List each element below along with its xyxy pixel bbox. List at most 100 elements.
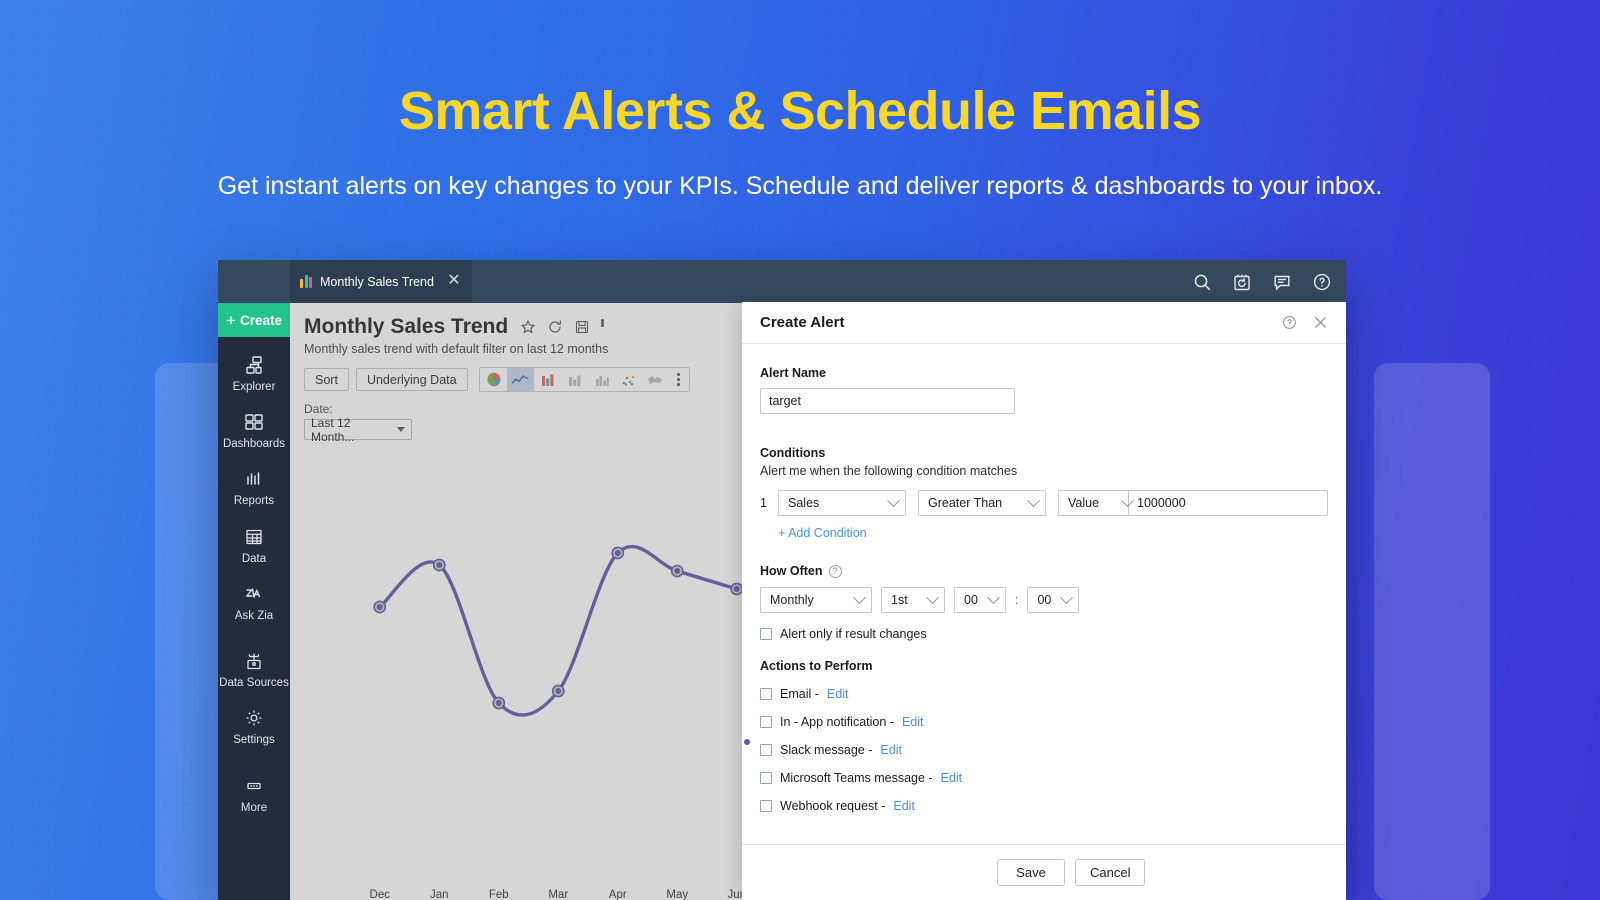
action-row-teams[interactable]: Microsoft Teams message - Edit: [760, 771, 1328, 785]
condition-field-value: Sales: [788, 496, 820, 510]
dialog-footer: Save Cancel: [742, 844, 1346, 900]
dashboards-icon: [242, 410, 266, 434]
help-icon[interactable]: [1282, 315, 1297, 330]
data-point-center: [436, 562, 443, 568]
checkbox[interactable]: [760, 688, 772, 700]
create-button[interactable]: + Create: [218, 303, 290, 337]
action-row-webhook[interactable]: Webhook request - Edit: [760, 799, 1328, 813]
cancel-button[interactable]: Cancel: [1075, 859, 1146, 886]
frequency-row: Monthly 1st 00 : 00: [760, 587, 1328, 613]
chart-type-group: [478, 367, 690, 392]
report-title: Monthly Sales Trend: [304, 315, 509, 338]
alert-name-input[interactable]: target: [760, 388, 1015, 414]
help-icon[interactable]: [1312, 272, 1332, 292]
save-icon[interactable]: [574, 319, 590, 335]
day-value: 1st: [891, 593, 908, 607]
action-row-email[interactable]: Email - Edit: [760, 687, 1328, 701]
minute-dropdown[interactable]: 00: [1027, 587, 1080, 613]
alert-only-if-changes-row[interactable]: Alert only if result changes: [760, 627, 1328, 641]
decorative-plate-right: [1374, 363, 1490, 900]
sidebar-item-ask-zia[interactable]: Ask Zia: [218, 582, 290, 623]
data-point-center: [376, 604, 383, 610]
tab-monthly-sales-trend[interactable]: Monthly Sales Trend ✕: [290, 260, 472, 303]
sidebar-item-reports[interactable]: Reports: [218, 467, 290, 508]
chevron-down-icon: [1027, 493, 1040, 507]
sidebar-item-data-sources[interactable]: Data Sources: [218, 649, 290, 690]
action-label: Microsoft Teams message -: [780, 771, 933, 785]
sidebar-item-more[interactable]: More: [218, 774, 290, 815]
edit-link[interactable]: Edit: [827, 687, 849, 701]
x-axis-tick-label: Jan: [429, 889, 449, 900]
alert-name-label: Alert Name: [760, 366, 826, 380]
refresh-icon[interactable]: [547, 319, 563, 335]
bar-chart-icon[interactable]: [534, 368, 561, 391]
chevron-down-icon: [1060, 590, 1074, 604]
sort-button[interactable]: Sort: [304, 368, 349, 391]
help-icon[interactable]: ?: [828, 564, 842, 578]
underlying-data-button[interactable]: Underlying Data: [355, 368, 468, 391]
hour-value: 00: [964, 593, 978, 607]
condition-value-input[interactable]: 1000000: [1128, 490, 1328, 516]
star-icon[interactable]: [520, 319, 536, 335]
close-icon[interactable]: [1313, 315, 1328, 330]
condition-field-dropdown[interactable]: Sales: [778, 490, 906, 516]
sidebar-item-settings[interactable]: Settings: [218, 706, 290, 747]
checkbox[interactable]: [760, 628, 772, 640]
date-filter-dropdown[interactable]: Last 12 Month...: [304, 416, 412, 444]
edit-link[interactable]: Edit: [880, 743, 902, 757]
condition-operator-dropdown[interactable]: Greater Than: [918, 490, 1046, 516]
action-row-in-app[interactable]: In - App notification - Edit: [760, 715, 1328, 729]
condition-number: 1: [760, 496, 767, 510]
chevron-down-icon: [853, 590, 866, 604]
checkbox[interactable]: [760, 716, 772, 728]
sidebar-item-label: Settings: [233, 734, 275, 747]
x-axis-tick-label: Apr: [608, 889, 627, 900]
conditions-heading: Conditions: [760, 446, 826, 460]
sidebar-item-data[interactable]: Data: [218, 525, 290, 566]
reports-icon: [242, 467, 266, 491]
close-icon[interactable]: ✕: [446, 273, 462, 289]
dialog-header-icons: [1282, 315, 1328, 330]
edit-link[interactable]: Edit: [893, 799, 915, 813]
sidebar-item-label: Data: [241, 552, 267, 565]
comment-icon[interactable]: [1272, 272, 1292, 292]
checkbox[interactable]: [760, 772, 772, 784]
scroll-indicator[interactable]: [744, 739, 750, 745]
action-label: Webhook request -: [780, 799, 886, 813]
calendar-refresh-icon[interactable]: [1232, 272, 1252, 292]
action-row-slack[interactable]: Slack message - Edit: [760, 743, 1328, 757]
topbar-icon-group: [1192, 260, 1332, 303]
sidebar-item-label: Dashboards: [222, 438, 285, 451]
how-often-heading-row: How Often ?: [760, 564, 1328, 578]
data-point-center: [495, 700, 502, 706]
grouped-bar-icon[interactable]: [588, 368, 615, 391]
sidebar-item-label: Explorer: [232, 381, 276, 393]
action-label: Email -: [780, 687, 819, 701]
condition-row: 1 Sales Greater Than Value 1000000: [760, 490, 1328, 516]
ask-zia-icon: [242, 582, 266, 606]
save-button[interactable]: Save: [997, 859, 1065, 886]
data-sources-icon: [242, 649, 266, 673]
checkbox[interactable]: [760, 744, 772, 756]
condition-operator-value: Greater Than: [928, 496, 1003, 510]
kebab-icon[interactable]: [601, 319, 617, 335]
pie-chart-icon[interactable]: [480, 368, 507, 391]
sidebar-item-explorer[interactable]: Explorer: [218, 353, 290, 394]
chart-options-kebab-icon[interactable]: [669, 368, 689, 391]
edit-link[interactable]: Edit: [902, 715, 924, 729]
search-icon[interactable]: [1192, 272, 1212, 292]
day-dropdown[interactable]: 1st: [881, 587, 945, 613]
sidebar-item-dashboards[interactable]: Dashboards: [218, 410, 290, 451]
action-label: In - App notification -: [780, 715, 894, 729]
map-icon[interactable]: [642, 368, 669, 391]
edit-link[interactable]: Edit: [941, 771, 963, 785]
x-axis-tick-label: Mar: [548, 889, 569, 900]
checkbox[interactable]: [760, 800, 772, 812]
frequency-dropdown[interactable]: Monthly: [760, 587, 872, 613]
data-point-center: [674, 568, 681, 574]
stacked-bar-icon[interactable]: [561, 368, 588, 391]
scatter-icon[interactable]: [615, 368, 642, 391]
line-chart-icon[interactable]: [506, 368, 534, 391]
hour-dropdown[interactable]: 00: [954, 587, 1006, 613]
add-condition-link[interactable]: + Add Condition: [778, 526, 1328, 540]
